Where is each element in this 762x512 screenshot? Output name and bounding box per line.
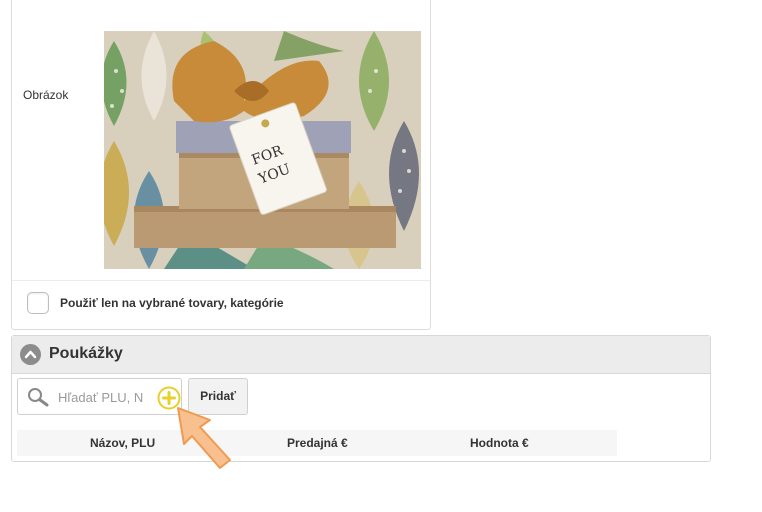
column-sale-price: Predajná € (287, 436, 348, 450)
column-value: Hodnota € (470, 436, 529, 450)
pointer-arrow-icon (170, 400, 238, 472)
vouchers-table-header: Názov, PLU Predajná € Hodnota € (17, 430, 617, 456)
product-image: FOR YOU (104, 31, 421, 269)
row-divider (12, 280, 430, 281)
chevron-up-icon[interactable] (20, 344, 41, 365)
search-icon (26, 386, 50, 408)
vouchers-panel-header: Poukážky (12, 336, 710, 374)
vouchers-title: Poukážky (49, 345, 123, 362)
column-name: Názov, PLU (90, 436, 156, 450)
plu-search-box[interactable] (17, 378, 182, 415)
vouchers-panel: Poukážky Pridať Názov, PLU Predajná € Ho… (11, 335, 711, 462)
restriction-checkbox[interactable] (27, 292, 49, 314)
restriction-label: Použiť len na vybrané tovary, kategórie (60, 296, 284, 310)
image-card: Obrázok FOR YOU Použiť len na vybrané to… (11, 0, 431, 330)
image-label: Obrázok (23, 88, 69, 102)
plu-search-input[interactable] (58, 388, 148, 406)
